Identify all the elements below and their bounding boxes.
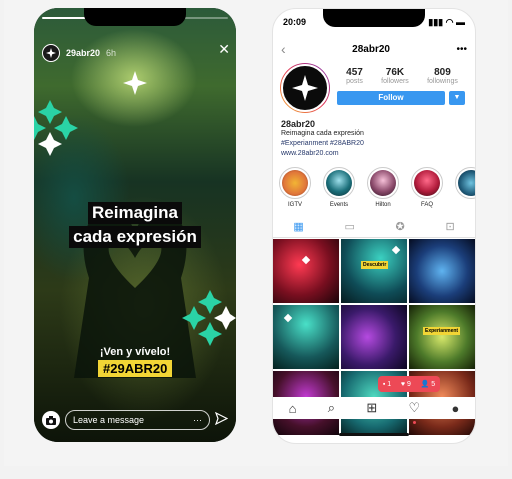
highlight-hilton[interactable]: Hilton	[367, 167, 399, 208]
stat-followers[interactable]: 76K followers	[381, 67, 409, 85]
story-highlights: IGTV Events Hilton FAQ	[279, 167, 475, 208]
story-headline-1: Reimagina	[34, 202, 236, 224]
home-indicator	[339, 433, 409, 436]
signal-wifi-battery-icon: ▮▮▮ ◠ ▬	[428, 17, 465, 27]
post-thumbnail[interactable]	[409, 239, 475, 303]
activity-notification-badge[interactable]: ▪ 1 ♥ 9 👤 5	[378, 376, 440, 392]
profile-stats: 457 posts 76K followers 809 followings	[337, 67, 467, 85]
bio-text: Reimagina cada expresión	[281, 130, 364, 137]
profile-phone: 20:09 ▮▮▮ ◠ ▬ ‹ 28abr20 ••• 457 posts 76K…	[272, 8, 476, 444]
highlight-more[interactable]	[455, 167, 475, 208]
stat-posts[interactable]: 457 posts	[346, 67, 363, 85]
sparkle-logo-icon	[292, 75, 318, 101]
phone-notch	[323, 9, 425, 27]
post-thumbnail[interactable]	[341, 305, 407, 369]
follow-button[interactable]: Follow	[337, 91, 445, 105]
post-thumbnail[interactable]: Experianment	[409, 305, 475, 369]
profile-icon[interactable]: ●	[451, 401, 459, 416]
highlight-faq[interactable]: FAQ	[411, 167, 443, 208]
highlight-events[interactable]: Events	[323, 167, 355, 208]
bio-hashtags[interactable]: #Experianment #28ABR20	[281, 139, 364, 149]
message-input[interactable]: Leave a message ···	[65, 410, 210, 430]
grid-tab-icon[interactable]: ▦	[293, 220, 303, 233]
story-cta-text: ¡Ven y vívelo!	[99, 346, 171, 358]
more-options-icon[interactable]: •••	[456, 44, 467, 55]
like-count: ♥ 9	[400, 380, 411, 388]
profile-tabs: ▦ ▭ ✪ ⊡	[273, 215, 475, 238]
chevron-down-icon[interactable]: ▼	[449, 91, 465, 105]
comment-count: ▪ 1	[382, 380, 392, 388]
canvas: 29abr20 6h ✕ Reimagina cada expresión ¡V…	[4, 0, 508, 466]
profile-navbar: ‹ 28abr20 •••	[273, 39, 475, 59]
igtv-tab-icon[interactable]: ▭	[344, 220, 354, 233]
status-time: 20:09	[283, 17, 307, 27]
tagged-tab-icon[interactable]: ⊡	[445, 220, 454, 233]
profile-bio: 28abr20 Reimagina cada expresión #Experi…	[281, 119, 364, 159]
post-thumbnail[interactable]: Descubrir	[341, 239, 407, 303]
story-headline-2: cada expresión	[34, 226, 236, 248]
post-thumbnail[interactable]	[273, 305, 339, 369]
add-post-icon[interactable]: ⊞	[366, 400, 377, 416]
story-message-bar: Leave a message ···	[42, 409, 229, 431]
story-phone: 29abr20 6h ✕ Reimagina cada expresión ¡V…	[34, 8, 236, 442]
highlight-igtv[interactable]: IGTV	[279, 167, 311, 208]
bottom-navigation: ⌂ ⌕ ⊞ ♡ ●	[273, 397, 475, 419]
send-icon[interactable]	[214, 411, 229, 428]
follow-count: 👤 5	[420, 381, 436, 388]
home-icon[interactable]: ⌂	[289, 401, 297, 416]
reels-tab-icon[interactable]: ✪	[396, 220, 405, 233]
profile-name: 28abr20	[281, 119, 316, 129]
more-options-icon[interactable]: ···	[193, 415, 202, 425]
back-icon[interactable]: ‹	[281, 41, 286, 57]
post-thumbnail[interactable]	[273, 239, 339, 303]
profile-avatar[interactable]	[280, 63, 330, 113]
phone-notch	[84, 8, 186, 26]
bio-url[interactable]: www.28abr20.com	[281, 149, 364, 159]
activity-dot	[413, 421, 416, 424]
search-icon[interactable]: ⌕	[328, 400, 335, 416]
heart-icon[interactable]: ♡	[409, 400, 421, 416]
camera-icon[interactable]	[42, 411, 60, 429]
page-title: 28abr20	[352, 43, 390, 55]
story-hashtag[interactable]: #29ABR20	[98, 360, 173, 377]
stat-followings[interactable]: 809 followings	[427, 67, 458, 85]
